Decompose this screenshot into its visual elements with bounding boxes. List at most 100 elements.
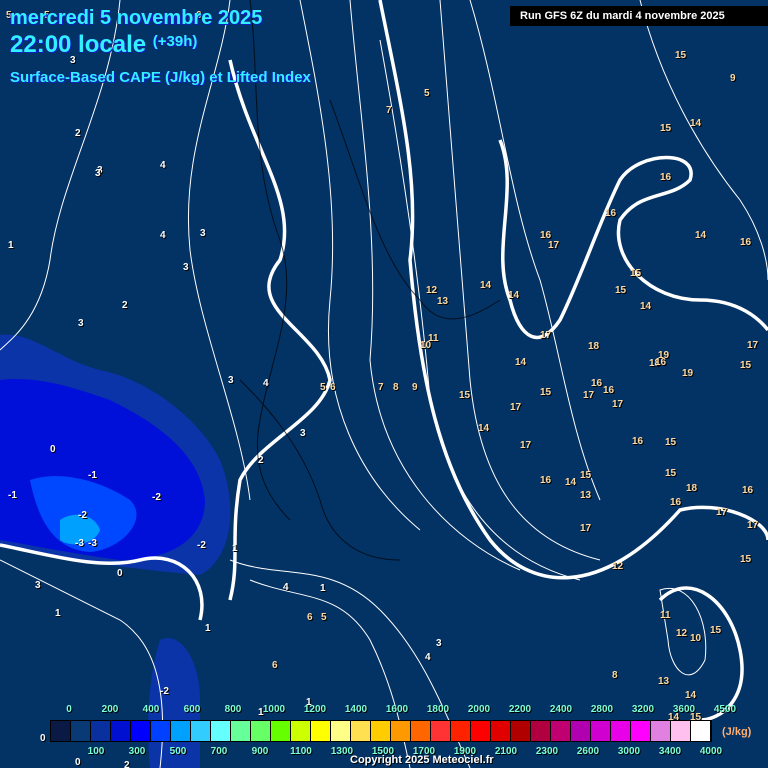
lifted-index-label: 14 xyxy=(515,357,527,368)
lifted-index-label: 3 xyxy=(228,375,234,386)
legend-swatch xyxy=(191,721,211,741)
lifted-index-label: 12 xyxy=(676,628,688,639)
lifted-index-label: 14 xyxy=(685,690,697,701)
legend-swatch xyxy=(631,721,651,741)
lifted-index-label: 8 xyxy=(393,382,399,393)
legend-swatch xyxy=(351,721,371,741)
forecast-time: 22:00 locale (+39h) xyxy=(10,31,197,59)
lifted-index-label: 0 xyxy=(50,444,56,455)
lifted-index-label: 4 xyxy=(263,378,269,389)
lifted-index-label: 17 xyxy=(716,507,728,518)
model-run-banner: Run GFS 6Z du mardi 4 novembre 2025 xyxy=(510,6,768,26)
lifted-index-label: 6 xyxy=(307,612,313,623)
legend-label-top: 1200 xyxy=(303,704,327,715)
legend-label-top: 1400 xyxy=(344,704,368,715)
forecast-offset: (+39h) xyxy=(152,33,198,50)
legend-label-top: 2200 xyxy=(508,704,532,715)
weather-map: 5 5 6 3 2 3 4 4 3 3 2 3 1 3 3 4 3 4 5 6 7 8 9 7 5 2 1 0 -1 -1 -2 -2 -3 -3… xyxy=(0,0,768,768)
lifted-index-label: 4 xyxy=(160,230,166,241)
lifted-index-label: 15 xyxy=(675,50,687,61)
lifted-index-label: 3 xyxy=(95,168,101,179)
lifted-index-label: 1 xyxy=(8,240,14,251)
lifted-index-label: 14 xyxy=(695,230,707,241)
legend-swatch xyxy=(331,721,351,741)
lifted-index-label: 15 xyxy=(710,625,722,636)
lifted-index-label: 3 xyxy=(436,638,442,649)
legend-label-top: 2400 xyxy=(549,704,573,715)
lifted-index-label: 16 xyxy=(742,485,754,496)
lifted-index-label: 3 xyxy=(183,262,189,273)
lifted-index-label: 16 xyxy=(655,357,667,368)
lifted-index-label: 2 xyxy=(258,455,264,466)
legend-label-top: 2800 xyxy=(590,704,614,715)
legend-label-bottom: 4000 xyxy=(699,746,723,757)
lifted-index-label: 16 xyxy=(540,475,552,486)
lifted-index-label: 15 xyxy=(630,268,642,279)
lifted-index-label: 15 xyxy=(459,390,471,401)
lifted-index-label: -2 xyxy=(78,510,87,521)
lifted-index-label: 11 xyxy=(660,610,671,621)
lifted-index-label: 14 xyxy=(478,423,490,434)
lifted-index-label: 15 xyxy=(615,285,627,296)
legend-label-bottom: 2300 xyxy=(535,746,559,757)
lifted-index-label: 13 xyxy=(580,490,592,501)
lifted-index-label: 15 xyxy=(740,360,752,371)
lifted-index-label: -2 xyxy=(152,492,161,503)
lifted-index-label: 7 xyxy=(386,105,392,116)
lifted-index-label: 9 xyxy=(412,382,418,393)
legend-swatch xyxy=(131,721,151,741)
lifted-index-label: 18 xyxy=(686,483,698,494)
lifted-index-label: 17 xyxy=(580,523,592,534)
lifted-index-label: 2 xyxy=(122,300,128,311)
legend-swatch xyxy=(251,721,271,741)
lifted-index-label: 1 xyxy=(232,543,238,554)
legend-label-bottom: 100 xyxy=(87,746,105,757)
lifted-index-label: 3 xyxy=(300,428,306,439)
lifted-index-label: 11 xyxy=(428,333,439,344)
lifted-index-label: 15 xyxy=(580,470,592,481)
legend-label-top: 0 xyxy=(66,704,72,715)
legend-label-top: 1800 xyxy=(426,704,450,715)
legend-label-top: 1600 xyxy=(385,704,409,715)
lifted-index-label: 8 xyxy=(612,670,618,681)
lifted-index-label: 16 xyxy=(591,378,603,389)
legend-swatch xyxy=(551,721,571,741)
product-title: Surface-Based CAPE (J/kg) et Lifted Inde… xyxy=(10,69,311,86)
lifted-index-label: 2 xyxy=(124,760,130,768)
lifted-index-label: 12 xyxy=(426,285,438,296)
lifted-index-label: -2 xyxy=(160,686,169,697)
legend-label-top: 400 xyxy=(142,704,160,715)
legend-swatch xyxy=(691,721,711,741)
legend-label-bottom: 3000 xyxy=(617,746,641,757)
legend-swatch xyxy=(291,721,311,741)
legend-label-bottom: 1100 xyxy=(290,746,312,757)
legend-swatch xyxy=(91,721,111,741)
lifted-index-label: 4 xyxy=(425,652,431,663)
lifted-index-label: 18 xyxy=(588,341,600,352)
legend-swatch xyxy=(491,721,511,741)
legend-label-bottom: 2600 xyxy=(576,746,600,757)
lifted-index-label: 19 xyxy=(682,368,694,379)
lifted-index-label: 6 xyxy=(330,382,336,393)
lifted-index-label: 17 xyxy=(747,520,759,531)
legend-swatch xyxy=(591,721,611,741)
lifted-index-label: 13 xyxy=(658,676,670,687)
lifted-index-label: 0 xyxy=(40,733,46,744)
legend-swatch xyxy=(511,721,531,741)
lifted-index-label: 4 xyxy=(283,582,289,593)
legend-label-top: 1000 xyxy=(262,704,286,715)
legend-swatch xyxy=(211,721,231,741)
lifted-index-label: 10 xyxy=(690,633,702,644)
lifted-index-label: 2 xyxy=(75,128,81,139)
lifted-index-label: -3 xyxy=(75,538,84,549)
lifted-index-label: 17 xyxy=(520,440,532,451)
lifted-index-label: 5 xyxy=(321,612,327,623)
legend-swatch xyxy=(531,721,551,741)
legend-swatch xyxy=(391,721,411,741)
lifted-index-label: -3 xyxy=(88,538,97,549)
lifted-index-label: 13 xyxy=(437,296,449,307)
lifted-index-label: 17 xyxy=(548,240,560,251)
legend-swatch xyxy=(71,721,91,741)
lifted-index-label: 16 xyxy=(603,385,615,396)
legend-label-bottom: 300 xyxy=(128,746,146,757)
